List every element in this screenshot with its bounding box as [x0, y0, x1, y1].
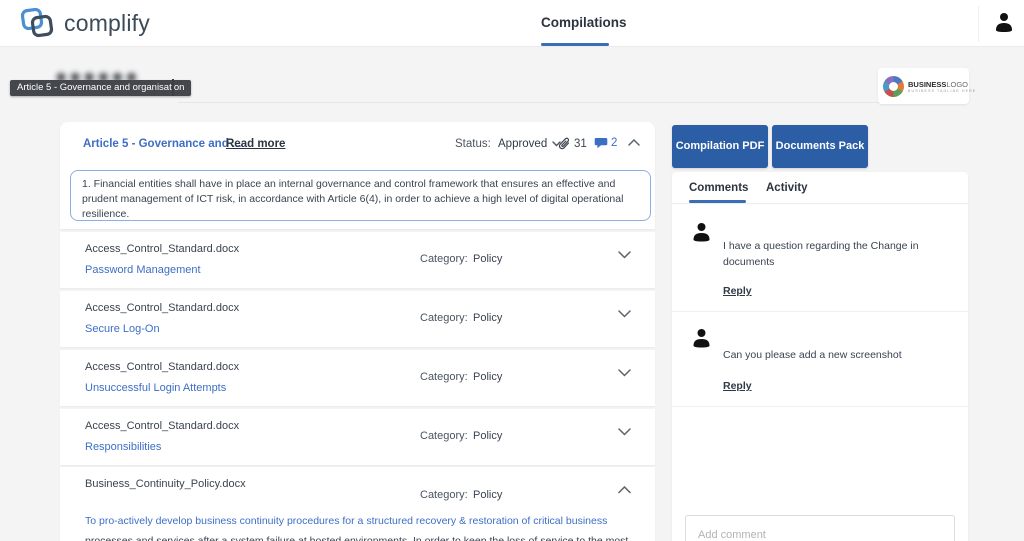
document-body-text: To pro-actively develop business continu… — [85, 511, 633, 541]
comment-bubble-icon — [594, 137, 608, 149]
category-value: Policy — [473, 253, 502, 265]
collapse-row-chevron-up-icon[interactable] — [618, 486, 631, 494]
document-section-link[interactable]: Responsibilities — [85, 441, 161, 453]
tab-compilations[interactable]: Compilations — [541, 15, 627, 30]
compilation-pdf-button[interactable]: Compilation PDF — [672, 125, 768, 168]
top-navbar: complify Compilations — [0, 0, 1024, 47]
document-section-link[interactable]: Secure Log-On — [85, 323, 160, 335]
document-filename: Access_Control_Standard.docx — [85, 361, 239, 373]
business-logo-tagline: BUSINESS TAGLINE HERE — [908, 89, 976, 93]
article-title-link[interactable]: Article 5 - Governance and ... — [83, 138, 242, 150]
article-description: 1. Financial entities shall have in plac… — [70, 170, 651, 221]
category-value: Policy — [473, 430, 502, 442]
document-row: Access_Control_Standard.docx Responsibil… — [60, 409, 655, 465]
document-row-expanded: Business_Continuity_Policy.docx Category… — [60, 467, 655, 541]
reply-link[interactable]: Reply — [723, 285, 752, 297]
paperclip-icon — [558, 137, 571, 151]
expand-row-chevron-down-icon[interactable] — [618, 251, 631, 259]
read-more-link[interactable]: Read more — [226, 138, 285, 150]
category-value: Policy — [473, 371, 502, 383]
complify-logo-icon — [20, 7, 56, 39]
tab-comments[interactable]: Comments — [689, 182, 748, 194]
text-caret — [172, 79, 174, 96]
navbar-divider — [978, 6, 979, 42]
category-label: Category: — [420, 489, 468, 501]
comments-count[interactable]: 2 — [594, 137, 617, 149]
category-label: Category: — [420, 253, 468, 265]
document-section-link[interactable]: Unsuccessful Login Attempts — [85, 382, 226, 394]
documents-pack-button[interactable]: Documents Pack — [772, 125, 868, 168]
document-filename: Access_Control_Standard.docx — [85, 243, 239, 255]
expand-row-chevron-down-icon[interactable] — [618, 428, 631, 436]
comment-divider — [672, 406, 968, 407]
commenter-avatar-icon — [692, 328, 711, 349]
add-comment-input[interactable] — [685, 515, 955, 541]
expand-row-chevron-down-icon[interactable] — [618, 310, 631, 318]
collapse-article-chevron-up-icon[interactable] — [628, 139, 640, 146]
document-filename: Access_Control_Standard.docx — [85, 420, 239, 432]
tab-active-indicator — [541, 43, 609, 46]
user-account-icon[interactable] — [994, 11, 1014, 33]
document-filename: Access_Control_Standard.docx — [85, 302, 239, 314]
brand-name: complify — [64, 10, 150, 37]
header-divider — [178, 102, 910, 103]
comments-panel: Comments Activity I have a question rega… — [672, 172, 968, 541]
tab-activity[interactable]: Activity — [766, 182, 808, 194]
comment-text: Can you please add a new screenshot — [723, 347, 939, 363]
document-row: Access_Control_Standard.docx Unsuccessfu… — [60, 350, 655, 406]
document-section-link[interactable]: Password Management — [85, 264, 201, 276]
comment-divider — [672, 311, 968, 312]
reply-link[interactable]: Reply — [723, 380, 752, 392]
document-body-link[interactable]: To pro-actively develop business continu… — [85, 515, 607, 527]
business-logo-name: BUSINESSLOGO — [908, 80, 976, 89]
document-row: Access_Control_Standard.docx Password Ma… — [60, 232, 655, 288]
document-row: Access_Control_Standard.docx Secure Log-… — [60, 291, 655, 347]
category-label: Category: — [420, 371, 468, 383]
article-card-header: Article 5 - Governance and ... Read more… — [60, 122, 655, 229]
business-logo-card: BUSINESSLOGO BUSINESS TAGLINE HERE — [878, 68, 969, 104]
category-value: Policy — [473, 489, 502, 501]
commenter-avatar-icon — [692, 222, 711, 243]
category-label: Category: — [420, 312, 468, 324]
status-dropdown[interactable]: Approved — [498, 138, 561, 150]
category-value: Policy — [473, 312, 502, 324]
category-label: Category: — [420, 430, 468, 442]
status-label: Status: — [455, 138, 491, 150]
tabs-divider — [672, 203, 968, 204]
document-filename: Business_Continuity_Policy.docx — [85, 478, 246, 490]
business-logo-icon — [883, 76, 904, 97]
attachments-count[interactable]: 31 — [558, 137, 587, 151]
app-logo[interactable]: complify — [20, 7, 150, 39]
expand-row-chevron-down-icon[interactable] — [618, 369, 631, 377]
article-tooltip: Article 5 - Governance and organisation — [10, 80, 191, 96]
comment-text: I have a question regarding the Change i… — [723, 238, 939, 271]
